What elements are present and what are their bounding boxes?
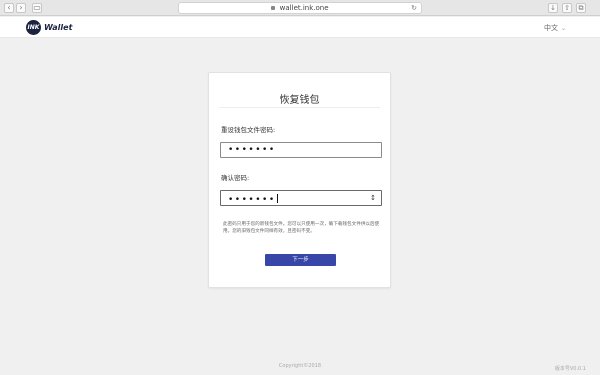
confirm-password-label: 确认密码: bbox=[221, 174, 250, 182]
forward-button[interactable]: › bbox=[16, 3, 26, 13]
back-button[interactable]: ‹ bbox=[4, 3, 14, 13]
version-text: 版本号V0.0.1 bbox=[554, 366, 586, 372]
reset-password-value: ••••••• bbox=[228, 145, 276, 155]
download-icon[interactable]: ↓ bbox=[548, 3, 558, 13]
copyright-text: Copyright©2018 bbox=[278, 363, 322, 369]
confirm-password-value: ••••••• bbox=[228, 195, 276, 205]
app-header: INK Wallet 中文 ⌄ bbox=[0, 17, 600, 38]
title-divider bbox=[219, 107, 380, 108]
language-label: 中文 bbox=[543, 24, 558, 32]
language-selector[interactable]: 中文 ⌄ bbox=[544, 23, 566, 33]
password-note: 此密码只用于您的新钱包文件。您可以只使用一次，确下载钱包文件供以后使用。您的旧钱… bbox=[223, 222, 380, 234]
reset-password-label: 重设钱包文件密码: bbox=[221, 126, 276, 134]
reset-password-input[interactable]: ••••••• bbox=[220, 142, 382, 158]
page-title: 恢复钱包 bbox=[279, 95, 320, 106]
lock-icon bbox=[271, 6, 276, 10]
browser-toolbar: ‹ › ▭ wallet.ink.one ↻ ↓ ⇧ ⧉ bbox=[0, 0, 600, 16]
logo-text: Wallet bbox=[44, 23, 73, 32]
sidebar-toggle-button[interactable]: ▭ bbox=[32, 3, 42, 13]
address-bar[interactable]: wallet.ink.one ↻ bbox=[178, 2, 422, 14]
next-button[interactable]: 下一步 bbox=[265, 254, 336, 266]
chevron-down-icon: ⌄ bbox=[560, 25, 566, 32]
logo-icon: INK bbox=[26, 20, 41, 35]
url-text: wallet.ink.one bbox=[279, 4, 329, 12]
restore-wallet-card: 恢复钱包 重设钱包文件密码: ••••••• 确认密码: ••••••• ↕ 此… bbox=[208, 72, 391, 288]
text-caret bbox=[276, 194, 278, 203]
confirm-password-input[interactable]: ••••••• ↕ bbox=[220, 190, 382, 206]
reload-icon[interactable]: ↻ bbox=[411, 4, 417, 12]
share-icon[interactable]: ⇧ bbox=[562, 3, 572, 13]
show-password-icon[interactable]: ↕ bbox=[370, 194, 376, 202]
tabs-icon[interactable]: ⧉ bbox=[576, 3, 586, 13]
